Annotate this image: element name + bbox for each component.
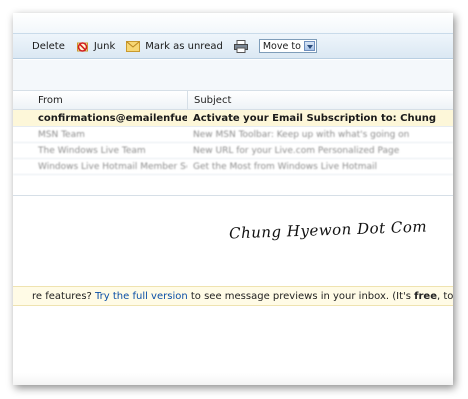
message-list: From Subject confirmations@emailenfuego.… — [13, 90, 453, 196]
envelope-icon — [126, 40, 141, 52]
message-subject: Activate your Email Subscription to: Chu… — [193, 112, 436, 124]
chevron-down-icon[interactable] — [303, 41, 315, 51]
full-version-link[interactable]: Try the full version — [95, 291, 188, 302]
banner-suffix: , too.) — [437, 290, 453, 302]
move-to-select[interactable]: Move to — [258, 39, 317, 53]
message-subject: New URL for your Live.com Personalized P… — [193, 145, 400, 156]
mark-unread-label: Mark as unread — [145, 40, 223, 52]
watermark-signature: Chung Hyewon Dot Com — [228, 217, 428, 243]
message-list-header: From Subject — [13, 90, 453, 110]
junk-label: Junk — [93, 40, 116, 52]
column-header-subject[interactable]: Subject — [187, 91, 453, 109]
print-button[interactable] — [233, 39, 253, 53]
message-row[interactable]: MSN Team New MSN Toolbar: Keep up with w… — [13, 127, 453, 143]
message-from: The Windows Live Team — [38, 145, 146, 156]
message-subject: New MSN Toolbar: Keep up with what's goi… — [193, 129, 410, 140]
message-from: Windows Live Hotmail Member Ser — [38, 161, 187, 172]
delete-button[interactable]: Delete — [32, 41, 65, 52]
banner-free: free — [414, 290, 437, 302]
message-from: MSN Team — [38, 129, 85, 140]
top-band — [13, 13, 453, 33]
mark-unread-button[interactable]: Mark as unread — [126, 40, 223, 52]
column-header-from[interactable]: From — [13, 95, 187, 106]
message-row[interactable]: confirmations@emailenfuego.r Activate yo… — [13, 110, 453, 127]
message-subject: Get the Most from Windows Live Hotmail — [193, 161, 378, 172]
message-row[interactable]: The Windows Live Team New URL for your L… — [13, 143, 453, 159]
move-to-value: Move to — [262, 40, 301, 52]
screenshot-frame: Delete Junk Mark as unread Move to From … — [13, 13, 453, 385]
message-row[interactable]: Windows Live Hotmail Member Ser Get the … — [13, 159, 453, 175]
bottom-edge — [13, 373, 453, 385]
banner-prefix: re features? — [32, 290, 92, 302]
printer-icon — [233, 39, 248, 53]
banner-middle: to see message previews in your inbox. (… — [190, 290, 411, 302]
toolbar-spacer — [13, 60, 453, 90]
junk-button[interactable]: Junk — [76, 40, 115, 53]
message-from: confirmations@emailenfuego.r — [38, 112, 187, 124]
junk-icon — [76, 41, 88, 52]
mail-toolbar: Delete Junk Mark as unread Move to — [13, 33, 453, 59]
upgrade-banner: re features? Try the full version to see… — [13, 286, 453, 306]
